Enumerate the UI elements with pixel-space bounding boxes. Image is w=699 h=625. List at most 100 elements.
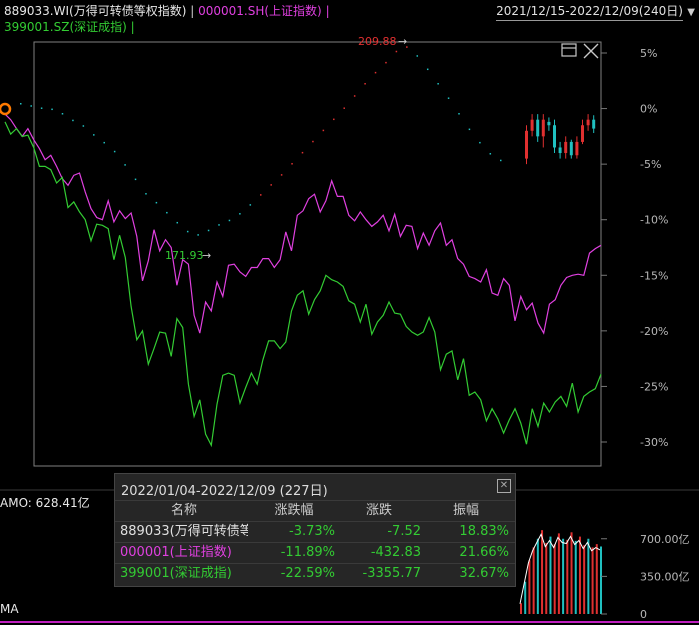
kline-dot (479, 141, 481, 144)
low-marker-label: 171.93 (165, 249, 204, 262)
table-row[interactable]: 000001(上证指数) -11.89% -432.83 21.66% (115, 542, 515, 563)
y-tick-label: -15% (640, 269, 668, 282)
kline-candles (525, 114, 596, 165)
kline-dot (197, 234, 199, 236)
row-name: 399001(深证成指) (120, 566, 232, 581)
close-icon[interactable]: ✕ (497, 479, 511, 493)
start-point-marker-icon[interactable] (0, 102, 12, 116)
close-chart-icon[interactable] (583, 43, 599, 59)
kline-dot (124, 164, 126, 166)
row-pct: -22.59% (280, 566, 335, 581)
candle-body (581, 125, 584, 142)
table-row[interactable]: 889033(万得可转债等 -3.73% -7.52 18.83% (115, 521, 515, 542)
row-name: 889033(万得可转债等 (120, 524, 248, 539)
col-header-change: 涨跌 (365, 503, 392, 518)
volume-bar (549, 536, 552, 614)
volume-bar (600, 546, 602, 614)
y-tick-label: -10% (640, 214, 668, 227)
kline-dot (343, 107, 345, 109)
row-pct: -11.89% (280, 545, 335, 560)
volume-bar (562, 538, 565, 614)
table-header-row: 名称 涨跌幅 涨跌 振幅 (115, 500, 515, 521)
kline-dot (239, 213, 241, 215)
kline-dot (260, 194, 262, 196)
kline-dot (93, 134, 95, 136)
row-change: -432.83 (370, 545, 421, 560)
row-amplitude: 21.66% (459, 545, 509, 560)
series-line-399001 (4, 121, 602, 448)
volume-bar (574, 540, 577, 614)
y-tick-label: -5% (640, 158, 661, 171)
low-marker-arrow: → (202, 249, 211, 262)
volume-bar (591, 547, 594, 614)
row-pct: -3.73% (289, 524, 335, 539)
kline-dot (426, 68, 429, 71)
kline-dot (374, 71, 377, 74)
col-header-name: 名称 (170, 503, 197, 518)
kline-dot (333, 118, 335, 121)
high-marker-arrow: → (398, 35, 407, 48)
candle-body (564, 141, 568, 154)
kline-dot (82, 125, 85, 127)
row-change: -3355.77 (362, 566, 421, 581)
plot-frame (33, 41, 602, 467)
kline-dot (249, 204, 252, 206)
kline-dot (61, 113, 64, 115)
kline-dot (145, 193, 147, 195)
vol-tick-label: 700.00亿 (640, 533, 690, 546)
kline-dot (364, 83, 366, 85)
row-name: 000001(上证指数) (120, 545, 232, 560)
kline-dot (134, 178, 137, 181)
kline-dot (416, 55, 419, 57)
candle-body (575, 141, 579, 156)
kline-dot (20, 103, 22, 105)
kline-dot (500, 159, 502, 162)
kline-dot (468, 128, 471, 131)
y-tick-label: -30% (640, 436, 668, 449)
y-tick-label: 0% (640, 103, 657, 116)
kline-dot (40, 107, 43, 109)
kline-dot (155, 201, 158, 204)
amo-label: AMO: 628.41亿 (0, 496, 90, 510)
stats-table-title: 2022/01/04-2022/12/09 (227日) (121, 484, 328, 499)
volume-bar (578, 536, 581, 614)
stats-table[interactable]: 2022/01/04-2022/12/09 (227日) ✕ 名称 涨跌幅 涨跌… (114, 473, 516, 587)
kline-dot (113, 150, 116, 153)
kline-dot (312, 140, 314, 143)
kline-dot (458, 113, 460, 115)
volume-bar (541, 530, 544, 614)
vol-tick-label: 0 (640, 608, 647, 621)
kline-dot (218, 224, 220, 226)
volume-bar (545, 543, 548, 614)
volume-bar (532, 547, 535, 614)
kline-dot (186, 230, 189, 233)
candle-body (569, 141, 573, 156)
volume-bars (520, 530, 602, 614)
candle-body (530, 119, 534, 131)
kline-dot (51, 108, 53, 111)
col-header-pct: 涨跌幅 (274, 503, 314, 518)
volume-bar (536, 538, 539, 614)
volume-bar (524, 581, 527, 614)
volume-bar (583, 545, 586, 614)
kline-dot (280, 174, 283, 176)
volume-bar (587, 538, 590, 614)
high-marker-label: 209.88 (358, 35, 397, 48)
candle-body (558, 147, 562, 154)
maximize-icon[interactable] (561, 43, 577, 57)
volume-bar (528, 560, 531, 614)
kline-dot (228, 219, 231, 222)
kline-dot (166, 211, 168, 214)
kline-dots (20, 46, 502, 236)
candle-body (586, 119, 590, 126)
series-line-000001 (4, 113, 602, 335)
volume-bar (566, 539, 569, 614)
volume-bar (520, 603, 522, 614)
candle-body (547, 121, 551, 126)
kline-dot (103, 141, 105, 144)
table-row[interactable]: 399001(深证成指) -22.59% -3355.77 32.67% (115, 563, 515, 584)
kline-dot (353, 95, 356, 97)
ma-label: MA (0, 602, 19, 616)
kline-dot (30, 105, 32, 107)
kline-dot (291, 163, 293, 165)
